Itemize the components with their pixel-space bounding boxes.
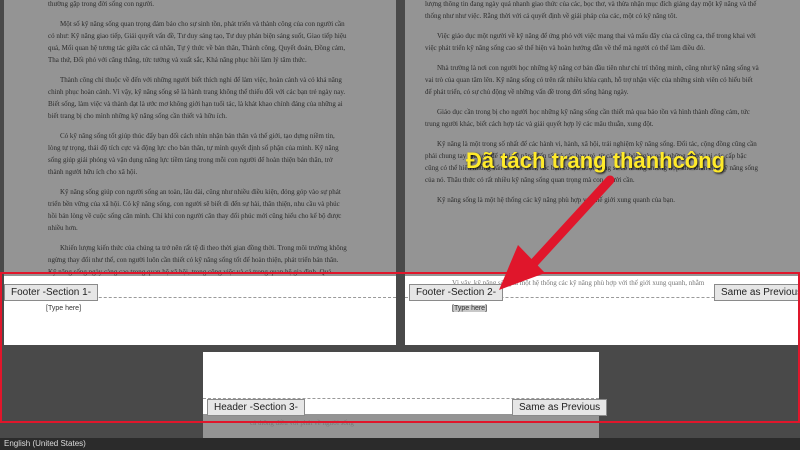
language-indicator[interactable]: English (United States) <box>4 439 86 448</box>
paragraph: Có kỹ năng sống tốt giúp thúc đẩy bạn đố… <box>48 132 339 176</box>
paragraph: Thành công chỉ thuộc về đến với những ng… <box>48 76 346 120</box>
status-bar: English (United States) <box>0 438 800 450</box>
paragraph: Việc giáo dục một người về kỹ năng để ứn… <box>425 32 756 52</box>
paragraph: Một số kỹ năng sống quan trọng đảm bảo c… <box>48 20 347 64</box>
annotation-headline: Đã tách trang thànhcông <box>466 148 726 173</box>
paragraph: Kỹ năng sống giúp con người sống an toàn… <box>48 188 342 232</box>
paragraph: Nhà trường là nơi con người học những kỹ… <box>425 64 759 96</box>
paragraph: Giáo dục cần trong bị cho người học nhữn… <box>425 108 750 128</box>
paragraph: lượng thông tin đang ngày quá nhanh giao… <box>425 0 757 20</box>
right-page-body: lượng thông tin đang ngày quá nhanh giao… <box>425 0 760 214</box>
left-page-body: thường gặp trong đời sống con người. Một… <box>48 0 348 286</box>
highlight-box <box>0 272 800 423</box>
paragraph: Kỹ năng sống là một hệ thống các kỹ năng… <box>437 196 675 204</box>
paragraph: thường gặp trong đời sống con người. <box>48 0 154 8</box>
